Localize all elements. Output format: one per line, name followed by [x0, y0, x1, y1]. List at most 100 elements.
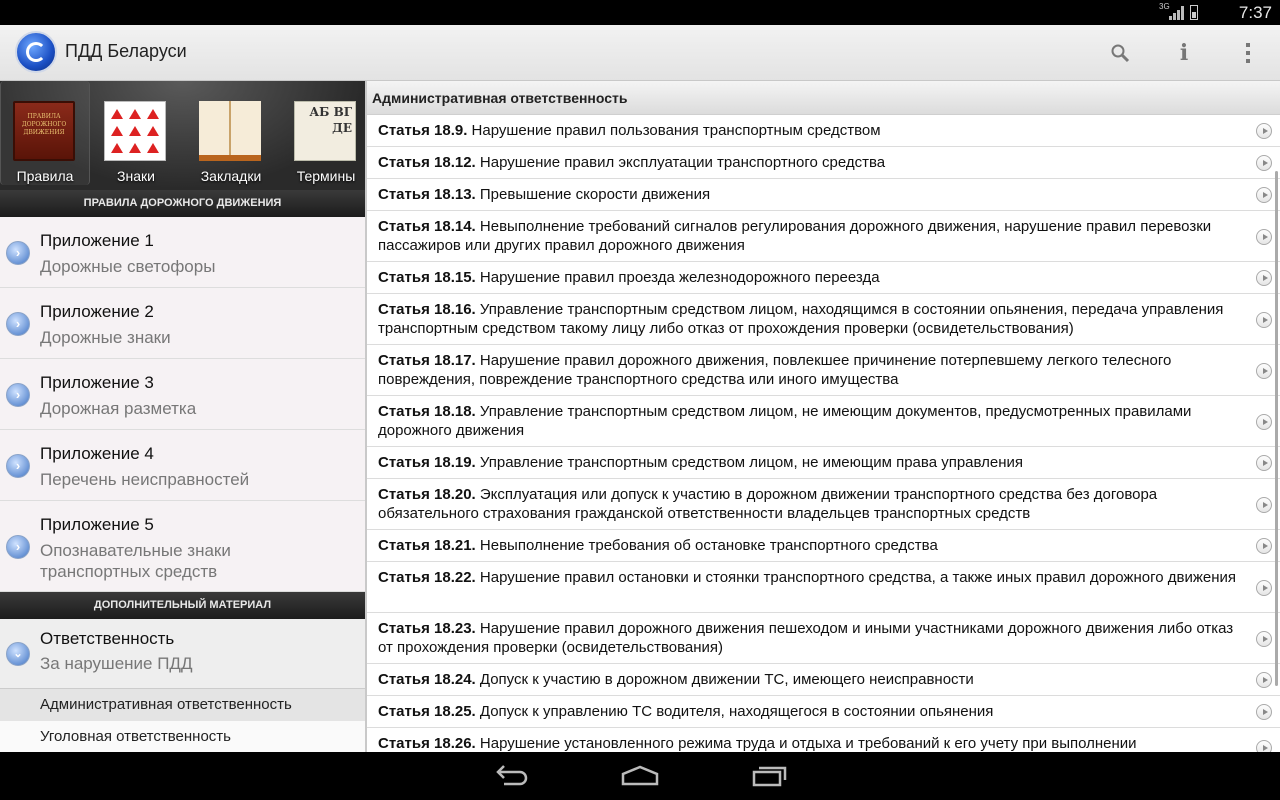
article-row[interactable]: Статья 18.14. Невыполнение требований си… [367, 211, 1280, 262]
article-number: Статья 18.9. [378, 122, 468, 139]
navigation-bar [0, 752, 1280, 800]
article-row[interactable]: Статья 18.23. Нарушение правил дорожного… [367, 613, 1280, 664]
appendix-subtitle: Перечень неисправностей [40, 470, 250, 489]
info-button[interactable]: i [1168, 37, 1200, 69]
article-row[interactable]: Статья 18.16. Управление транспортным ср… [367, 294, 1280, 345]
search-button[interactable] [1104, 37, 1136, 69]
article-number: Статья 18.14. [378, 218, 476, 235]
tab-signs[interactable]: Знаки [92, 81, 180, 185]
article-title: Управление транспортным средством лицом,… [479, 454, 1024, 471]
recents-button[interactable] [746, 762, 790, 790]
article-row[interactable]: Статья 18.20. Эксплуатация или допуск к … [367, 479, 1280, 530]
tab-label: Термины [296, 168, 356, 184]
chevron-right-icon: › [6, 535, 30, 559]
appendix-item-5[interactable]: › Приложение 5 Опознавательные знаки тра… [0, 501, 365, 592]
left-pane: ПРАВИЛА ДОРОЖНОГО ДВИЖЕНИЯ Правила Знаки… [0, 81, 365, 752]
article-row[interactable]: Статья 18.13. Превышение скорости движен… [367, 179, 1280, 211]
arrow-right-icon [1256, 155, 1272, 171]
arrow-right-icon [1256, 631, 1272, 647]
app-title: ПДД Беларуси [65, 41, 187, 61]
article-row[interactable]: Статья 18.17. Нарушение правил дорожного… [367, 345, 1280, 396]
appendix-item-2[interactable]: › Приложение 2 Дорожные знаки [0, 288, 365, 359]
overflow-menu-button[interactable] [1232, 37, 1264, 69]
article-row[interactable]: Статья 18.9. Нарушение правил пользовани… [367, 115, 1280, 147]
appendix-item-3[interactable]: › Приложение 3 Дорожная разметка [0, 359, 365, 430]
tab-label: Правила [16, 168, 74, 184]
status-bar: 3G 7:37 [0, 0, 1280, 25]
chevron-right-icon: › [6, 312, 30, 336]
rules-book-icon: ПРАВИЛА ДОРОЖНОГО ДВИЖЕНИЯ [13, 101, 75, 161]
right-pane: Административная ответственность Статья … [367, 81, 1280, 752]
sub-item-criminal[interactable]: Уголовная ответственность [0, 721, 365, 752]
status-icons: 3G [1159, 2, 1198, 20]
article-title: Нарушение правил дорожного движения пеше… [378, 620, 1234, 656]
article-row[interactable]: Статья 18.21. Невыполнение требования об… [367, 530, 1280, 562]
responsibility-title: Ответственность [40, 629, 175, 648]
article-row[interactable]: Статья 18.24. Допуск к участию в дорожно… [367, 664, 1280, 696]
signal-icon: 3G [1159, 2, 1184, 20]
article-number: Статья 18.21. [378, 537, 476, 554]
responsibility-item[interactable]: ⌄ Ответственность За нарушение ПДД [0, 619, 365, 689]
chevron-right-icon: › [6, 454, 30, 478]
appendix-title: Приложение 5 [40, 515, 154, 534]
article-title: Управление транспортным средством лицом,… [378, 403, 1192, 439]
appendix-title: Приложение 3 [40, 373, 154, 392]
app-logo-icon[interactable] [15, 31, 57, 73]
appendix-title: Приложение 4 [40, 444, 154, 463]
article-number: Статья 18.15. [378, 269, 476, 286]
scrollbar[interactable] [1275, 171, 1278, 686]
article-number: Статья 18.22. [378, 569, 476, 586]
content-header: Административная ответственность [367, 81, 1280, 115]
rules-cover-text: ПРАВИЛА ДОРОЖНОГО ДВИЖЕНИЯ [21, 113, 67, 136]
article-row[interactable]: Статья 18.22. Нарушение правил остановки… [367, 562, 1280, 613]
article-title: Допуск к участию в дорожном движении ТС,… [479, 671, 974, 688]
category-tabs: ПРАВИЛА ДОРОЖНОГО ДВИЖЕНИЯ Правила Знаки… [0, 81, 365, 190]
article-row[interactable]: Статья 18.26. Нарушение установленного р… [367, 728, 1280, 752]
tab-bookmarks[interactable]: Закладки [187, 81, 275, 185]
recents-icon [752, 766, 787, 787]
article-number: Статья 18.17. [378, 352, 476, 369]
article-row[interactable]: Статья 18.12. Нарушение правил эксплуата… [367, 147, 1280, 179]
article-row[interactable]: Статья 18.15. Нарушение правил проезда ж… [367, 262, 1280, 294]
road-signs-icon [104, 101, 166, 161]
home-button[interactable] [618, 762, 662, 790]
appendix-subtitle: Дорожные светофоры [40, 257, 216, 276]
article-number: Статья 18.13. [378, 186, 476, 203]
arrow-right-icon [1256, 455, 1272, 471]
search-icon [1111, 44, 1130, 63]
article-title: Допуск к управлению ТС водителя, находящ… [479, 703, 994, 720]
back-icon [496, 765, 528, 786]
article-title: Нарушение установленного режима труда и … [479, 735, 1137, 752]
battery-icon [1190, 5, 1198, 20]
clock: 7:37 [1238, 3, 1272, 22]
tab-label: Знаки [117, 168, 155, 184]
sub-item-administrative[interactable]: Административная ответственность [0, 689, 365, 721]
arrow-right-icon [1256, 312, 1272, 328]
action-bar: ПДД Беларуси i [0, 25, 1280, 81]
article-row[interactable]: Статья 18.19. Управление транспортным ср… [367, 447, 1280, 479]
tab-rules[interactable]: ПРАВИЛА ДОРОЖНОГО ДВИЖЕНИЯ Правила [0, 81, 90, 185]
open-book-icon [199, 101, 261, 161]
back-button[interactable] [490, 762, 534, 790]
appendix-subtitle: Дорожная разметка [40, 399, 197, 418]
arrow-right-icon [1256, 270, 1272, 286]
arrow-right-icon [1256, 187, 1272, 203]
article-title: Нарушение правил дорожного движения, пов… [378, 352, 1172, 388]
article-row[interactable]: Статья 18.18. Управление транспортным ср… [367, 396, 1280, 447]
article-number: Статья 18.20. [378, 486, 476, 503]
appendix-subtitle: Дорожные знаки [40, 328, 171, 347]
article-number: Статья 18.16. [378, 301, 476, 318]
article-number: Статья 18.26. [378, 735, 476, 752]
info-icon: i [1179, 40, 1189, 66]
section-header-rules: ПРАВИЛА ДОРОЖНОГО ДВИЖЕНИЯ [0, 190, 365, 217]
appendix-item-4[interactable]: › Приложение 4 Перечень неисправностей [0, 430, 365, 501]
chevron-right-icon: › [6, 383, 30, 407]
arrow-right-icon [1256, 123, 1272, 139]
tab-terms[interactable]: АБ ВГ ДЕ Термины [282, 81, 365, 185]
article-list: Статья 18.9. Нарушение правил пользовани… [367, 115, 1280, 752]
glossary-icon: АБ ВГ ДЕ [294, 101, 356, 161]
article-row[interactable]: Статья 18.25. Допуск к управлению ТС вод… [367, 696, 1280, 728]
arrow-right-icon [1256, 704, 1272, 720]
appendix-item-1[interactable]: › Приложение 1 Дорожные светофоры [0, 217, 365, 288]
article-title: Нарушение правил пользования транспортны… [471, 122, 881, 139]
